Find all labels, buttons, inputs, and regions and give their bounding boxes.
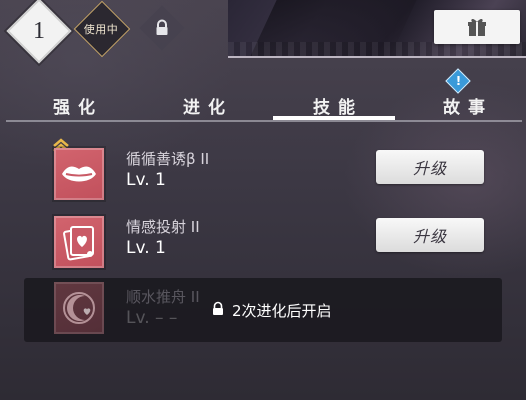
tab-story[interactable]: 故事 bbox=[428, 92, 508, 118]
tab-skills[interactable]: 技能 bbox=[298, 92, 378, 118]
unlock-requirement: 2次进化后开启 bbox=[232, 302, 332, 320]
lock-icon bbox=[213, 301, 223, 315]
skill-row: 情感投射 II Lv. 1 升级 bbox=[24, 214, 502, 274]
heart-card-icon bbox=[63, 226, 94, 261]
skill-name: 循循善诱β II bbox=[126, 150, 210, 168]
tab-enhance[interactable]: 强化 bbox=[38, 92, 118, 118]
lock-icon bbox=[156, 19, 168, 35]
upgrade-button[interactable]: 升级 bbox=[376, 218, 484, 252]
skill-icon bbox=[54, 282, 104, 334]
skill-name: 情感投射 II bbox=[126, 218, 200, 236]
level-number: 1 bbox=[33, 17, 45, 44]
skill-icon bbox=[54, 148, 104, 200]
locked-skill-row: 顺水推舟 II Lv. – – 2次进化后开启 bbox=[24, 278, 502, 342]
lips-icon bbox=[62, 166, 96, 182]
skill-level: Lv. – – bbox=[126, 308, 178, 328]
skill-row: 循循善诱β II Lv. 1 升级 bbox=[24, 138, 502, 206]
tab-evolve[interactable]: 进化 bbox=[168, 92, 248, 118]
skill-icon bbox=[54, 216, 104, 268]
skill-name: 顺水推舟 II bbox=[126, 288, 200, 306]
gift-button[interactable] bbox=[434, 10, 520, 44]
active-tab-indicator bbox=[273, 116, 395, 120]
skill-level: Lv. 1 bbox=[126, 170, 166, 190]
upgrade-button[interactable]: 升级 bbox=[376, 150, 484, 184]
tab-bar: 强化 进化 技能 故事 bbox=[6, 88, 522, 122]
gift-icon bbox=[468, 18, 486, 36]
in-use-label: 使用中 bbox=[83, 23, 119, 36]
skill-level: Lv. 1 bbox=[126, 238, 166, 258]
moon-heart-icon bbox=[63, 292, 95, 324]
